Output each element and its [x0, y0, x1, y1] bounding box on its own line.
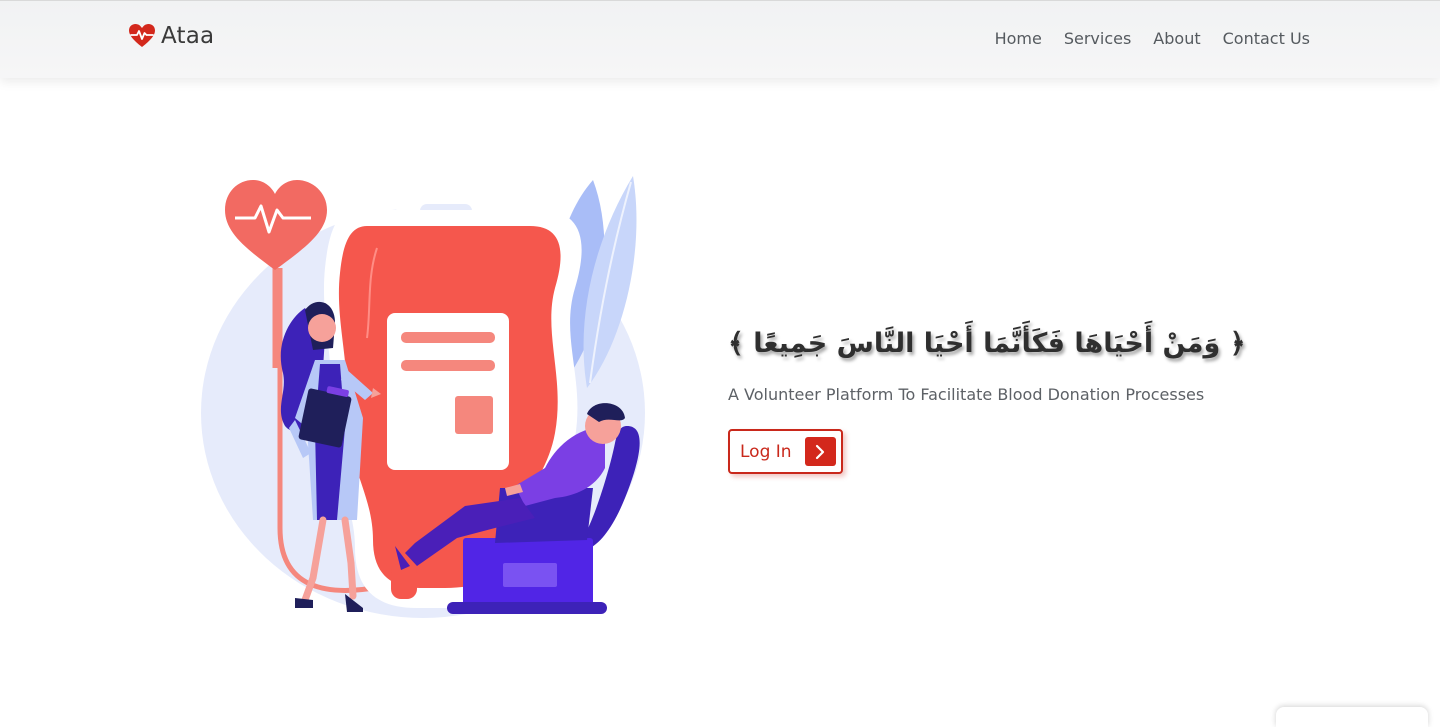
- brand-name: Ataa: [161, 23, 215, 49]
- brand-logo-link[interactable]: Ataa: [129, 23, 214, 49]
- chevron-right-icon: [804, 437, 836, 466]
- nav-link-services[interactable]: Services: [1064, 29, 1131, 48]
- nav-link-about[interactable]: About: [1153, 29, 1200, 48]
- heart-pulse-icon: [129, 24, 155, 47]
- nav-menu: Home Services About Contact Us: [995, 29, 1310, 48]
- nav-link-home[interactable]: Home: [995, 29, 1042, 48]
- hero-section: ﴿ وَمَنْ أَحْيَاهَا فَكَأَنَّمَا أَحْيَا…: [728, 318, 1318, 474]
- login-button[interactable]: Log In: [728, 429, 843, 474]
- login-button-label: Log In: [740, 441, 792, 462]
- blood-donation-illustration: [201, 176, 645, 618]
- floating-widget-tab[interactable]: [1276, 707, 1428, 727]
- navbar: Ataa Home Services About Contact Us: [0, 0, 1440, 78]
- hero-tagline: A Volunteer Platform To Facilitate Blood…: [728, 385, 1205, 404]
- quran-verse: ﴿ وَمَنْ أَحْيَاهَا فَكَأَنَّمَا أَحْيَا…: [728, 328, 1246, 359]
- nav-link-contact-us[interactable]: Contact Us: [1223, 29, 1310, 48]
